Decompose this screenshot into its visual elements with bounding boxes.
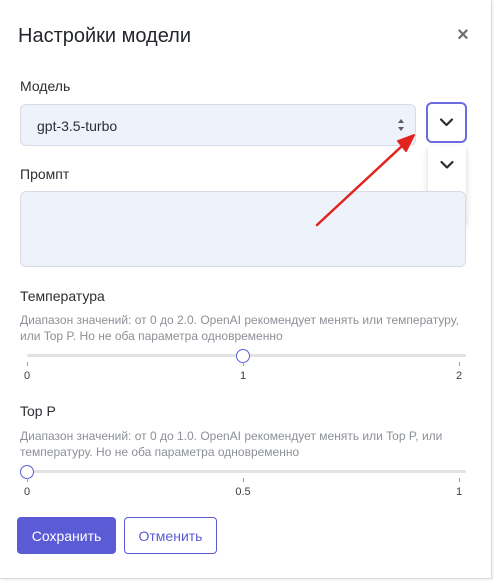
chevron-down-icon xyxy=(440,160,454,169)
tick-mark xyxy=(27,362,28,366)
prompt-textarea[interactable] xyxy=(20,191,466,267)
top-p-tick-max: 1 xyxy=(455,486,463,498)
tick-mark xyxy=(459,362,460,366)
temperature-tick-max: 2 xyxy=(455,370,463,382)
temperature-label: Температура xyxy=(20,288,105,304)
temperature-tick-min: 0 xyxy=(23,370,31,382)
close-icon[interactable]: × xyxy=(455,25,471,45)
tick-mark xyxy=(243,362,244,366)
top-p-slider-thumb[interactable] xyxy=(20,465,34,479)
top-p-slider-track[interactable] xyxy=(27,470,466,473)
temperature-tick-mid: 1 xyxy=(239,370,247,382)
model-label: Модель xyxy=(20,78,71,94)
menu-item-collapse[interactable] xyxy=(428,147,466,183)
dialog-title: Настройки модели xyxy=(18,25,192,47)
cancel-button[interactable]: Отменить xyxy=(124,517,217,554)
chevron-down-icon xyxy=(439,118,454,127)
top-p-label: Top P xyxy=(20,403,56,419)
tick-mark xyxy=(27,478,28,482)
top-p-tick-min: 0 xyxy=(23,486,31,498)
model-settings-dialog: Настройки модели × Модель gpt-3.5-turbo … xyxy=(0,0,492,579)
model-select-value: gpt-3.5-turbo xyxy=(37,118,118,134)
save-button[interactable]: Сохранить xyxy=(17,517,116,554)
top-p-hint: Диапазон значений: от 0 до 1.0. OpenAI р… xyxy=(20,429,443,459)
model-select[interactable]: gpt-3.5-turbo xyxy=(20,104,416,146)
temperature-slider-thumb[interactable] xyxy=(236,349,250,363)
tick-mark xyxy=(459,478,460,482)
prompt-label: Промпт xyxy=(20,166,70,182)
tick-mark xyxy=(243,478,244,482)
model-dropdown-button[interactable] xyxy=(426,102,467,143)
select-arrows-icon xyxy=(398,119,404,131)
temperature-hint: Диапазон значений: от 0 до 2.0. OpenAI р… xyxy=(20,313,459,343)
top-p-tick-mid: 0.5 xyxy=(235,486,251,498)
